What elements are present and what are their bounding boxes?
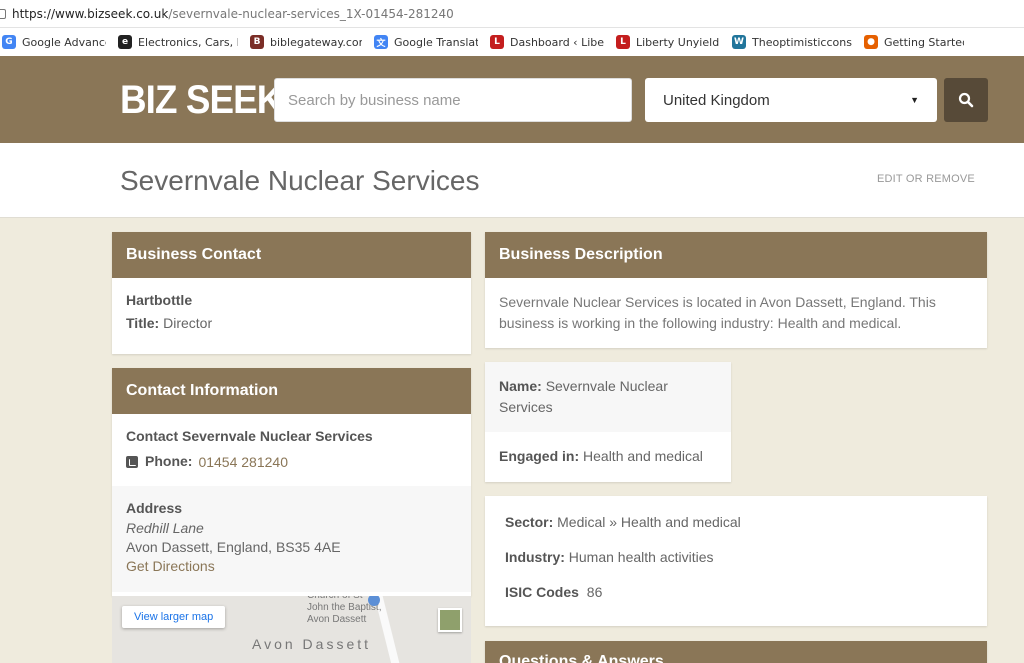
industry-label: Industry: <box>505 549 565 565</box>
address-block: Address Redhill Lane Avon Dassett, Engla… <box>112 486 471 592</box>
phone-number[interactable]: 01454 281240 <box>198 454 288 470</box>
engaged-label: Engaged in: <box>499 448 580 464</box>
dropdown-caret-icon: ▼ <box>910 95 919 105</box>
search-icon <box>958 92 974 108</box>
bookmark-item[interactable]: 文 Google Translate <box>374 35 478 49</box>
bookmark-label: biblegateway.com A <box>270 35 362 49</box>
address-street: Redhill Lane <box>126 520 204 536</box>
address-bar[interactable]: https://www.bizseek.co.uk/severnvale-nuc… <box>0 0 1024 28</box>
site-header: BIZ SEEK Search by business name United … <box>0 56 1024 143</box>
translate-icon: 文 <box>374 35 388 49</box>
bookmark-item[interactable]: Bbiblegateway.com A <box>250 35 362 49</box>
lock-icon <box>0 8 6 19</box>
biblegateway-icon: B <box>250 35 264 49</box>
firefox-icon: ● <box>864 35 878 49</box>
sector-value[interactable]: Medical » Health and medical <box>557 514 741 530</box>
title-value: Director <box>163 315 213 331</box>
wordpress-icon: W <box>732 35 746 49</box>
address-city: Avon Dassett, England, BS35 4AE <box>126 539 341 555</box>
business-description-heading: Business Description <box>485 232 987 278</box>
contact-information-panel: Contact Information Contact Severnvale N… <box>112 368 471 596</box>
map-town-label: Avon Dassett <box>252 636 372 652</box>
bookmark-item[interactable]: L Dashboard ‹ Liberty <box>490 35 604 49</box>
questions-answers-heading: Questions & Answers <box>485 641 987 663</box>
engaged-value: Health and medical <box>583 448 703 464</box>
bookmark-item[interactable]: G Google Advanced Se <box>2 35 106 49</box>
questions-answers-panel: Questions & Answers <box>485 641 987 663</box>
search-button[interactable] <box>944 78 988 122</box>
business-contact-heading: Business Contact <box>112 232 471 278</box>
search-input[interactable]: Search by business name <box>274 78 632 122</box>
url-path: /severnvale-nuclear-services_1X-01454-28… <box>168 6 454 21</box>
liberty-icon: L <box>616 35 630 49</box>
contact-information-heading: Contact Information <box>112 368 471 414</box>
bookmark-item[interactable]: e Electronics, Cars, Fas <box>118 35 238 49</box>
bookmark-label: Dashboard ‹ Liberty <box>510 35 604 49</box>
map-embed[interactable]: Church of St John the Baptist, Avon Dass… <box>112 596 471 663</box>
business-description-panel: Business Description Severnvale Nuclear … <box>485 232 987 348</box>
bookmark-label: Theoptimisticconserv <box>752 35 852 49</box>
bookmarks-bar: G Google Advanced Se e Electronics, Cars, F… <box>0 28 1024 56</box>
isic-label: ISIC Codes <box>505 584 579 600</box>
phone-label: Phone: <box>145 453 193 469</box>
name-panel: Name: Severnvale Nuclear Services Engage… <box>485 362 731 482</box>
page-title: Severnvale Nuclear Services <box>120 165 480 196</box>
ebay-icon: e <box>118 35 132 49</box>
bookmark-label: Liberty Unyielding <box>636 35 720 49</box>
isic-value: 86 <box>586 584 603 600</box>
sector-label: Sector: <box>505 514 554 530</box>
bookmark-item[interactable]: ● Getting Started <box>864 35 964 49</box>
bookmark-label: Getting Started <box>884 35 964 49</box>
bookmark-label: Google Advanced Se <box>22 35 106 49</box>
bookmark-item[interactable]: L Liberty Unyielding <box>616 35 720 49</box>
address-heading: Address <box>126 500 183 516</box>
street-view-thumbnail[interactable] <box>438 608 462 632</box>
country-select[interactable]: United Kingdom ▼ <box>645 78 937 122</box>
business-contact-panel: Business Contact Hartbottle Title: Direc… <box>112 232 471 354</box>
liberty-icon: L <box>490 35 504 49</box>
contact-person: Hartbottle <box>126 292 193 308</box>
bookmark-item[interactable]: W Theoptimisticconserv <box>732 35 852 49</box>
url-host: https://www.bizseek.co.uk <box>12 6 169 21</box>
bookmark-label: Electronics, Cars, Fas <box>138 35 238 49</box>
edit-or-remove-link[interactable]: EDIT OR REMOVE <box>877 173 975 185</box>
sector-panel: Sector: Medical » Health and medical Ind… <box>485 496 987 626</box>
bizseek-logo[interactable]: BIZ SEEK <box>120 80 283 120</box>
industry-value: Human health activities <box>568 549 714 565</box>
view-larger-map-link[interactable]: View larger map <box>122 606 226 628</box>
name-label: Name: <box>499 378 542 394</box>
contact-line: Contact Severnvale Nuclear Services <box>126 428 373 444</box>
phone-icon <box>126 455 138 468</box>
google-icon: G <box>2 35 16 49</box>
bookmark-label: Google Translate <box>394 35 478 49</box>
business-description-text: Severnvale Nuclear Services is located i… <box>499 294 936 331</box>
title-label: Title: <box>126 315 160 331</box>
title-bar: Severnvale Nuclear Services EDIT OR REMO… <box>0 143 1024 218</box>
country-value: United Kingdom <box>663 91 770 109</box>
get-directions-link[interactable]: Get Directions <box>126 557 457 576</box>
